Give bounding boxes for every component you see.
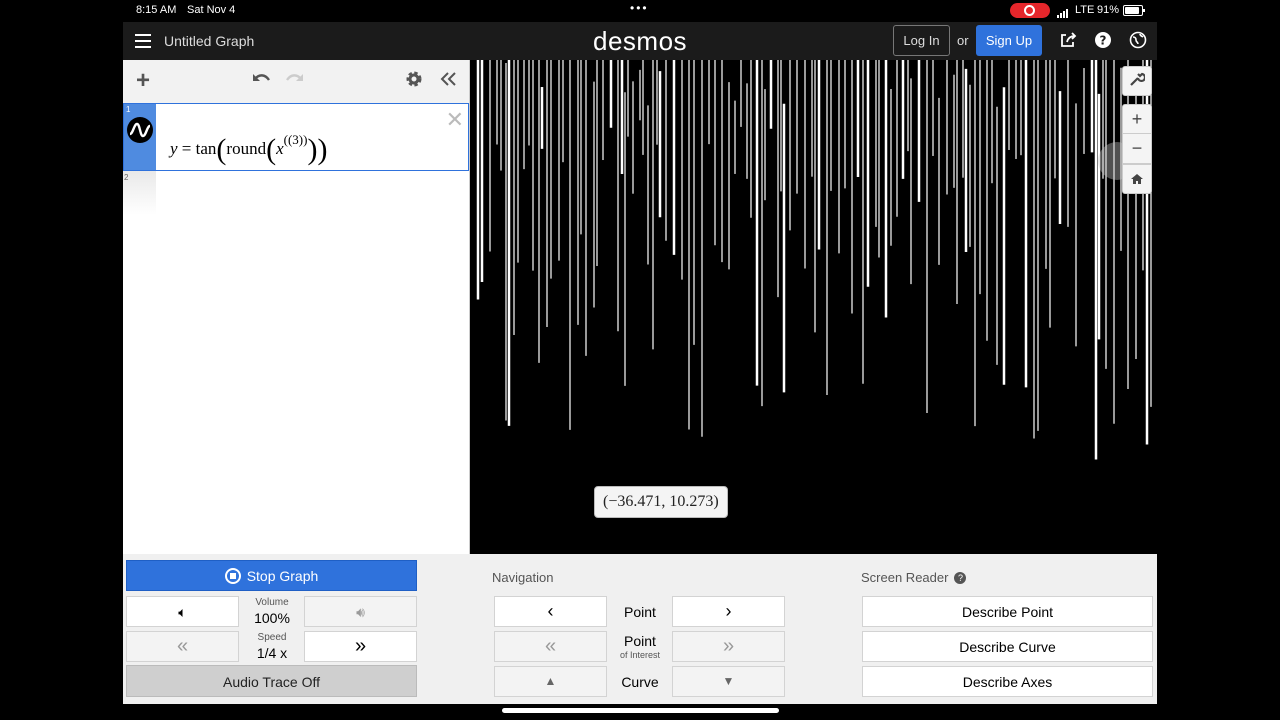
help-icon[interactable]: ? (954, 572, 967, 584)
zoom-out-icon[interactable]: − (1122, 134, 1152, 164)
volume-up-button[interactable]: 🔊︎ (304, 596, 417, 627)
expression-index: 1 (126, 105, 131, 114)
log-in-button[interactable]: Log In (893, 25, 950, 56)
expression-formula[interactable]: y = tan(round(x((3)))) (170, 128, 327, 166)
menu-icon[interactable] (135, 34, 151, 48)
redo-icon[interactable] (283, 70, 307, 92)
share-icon[interactable] (1058, 31, 1078, 51)
sign-up-button[interactable]: Sign Up (976, 25, 1042, 56)
expression-toolbar: + (123, 60, 469, 104)
chevron-right-icon: › (725, 601, 732, 621)
speed-value: 1/4 x (256, 645, 288, 661)
describe-axes-button[interactable]: Describe Axes (862, 666, 1153, 697)
graph-canvas[interactable]: + − (−36.471, 10.273) (470, 60, 1157, 554)
double-chevron-right-icon: » (722, 635, 735, 657)
chevron-left-icon: ‹ (547, 601, 554, 621)
stop-graph-button[interactable]: Stop Graph (126, 560, 417, 591)
screen-record-icon[interactable] (1010, 3, 1050, 18)
graph-plot[interactable] (470, 60, 1157, 554)
expression-index: 2 (124, 173, 129, 182)
next-point-button[interactable]: › (672, 596, 785, 627)
globe-icon[interactable] (1128, 31, 1148, 51)
nav-point-label: Point (624, 604, 656, 620)
home-indicator[interactable] (502, 708, 779, 713)
expression-tab[interactable]: 1 (124, 104, 156, 170)
collapse-panel-icon[interactable] (436, 70, 460, 93)
battery-icon (1123, 5, 1145, 16)
describe-point-button[interactable]: Describe Point (862, 596, 1153, 627)
graph-title[interactable]: Untitled Graph (164, 33, 254, 49)
desmos-logo: desmos (593, 26, 688, 56)
svg-text:?: ? (1100, 34, 1107, 48)
help-icon[interactable]: ? (1093, 31, 1113, 51)
home-icon[interactable] (1122, 164, 1152, 194)
speed-label: Speed (257, 632, 287, 643)
graph-toggle-icon[interactable] (127, 117, 153, 143)
expression-row[interactable]: 1 y = tan(round(x((3)))) ✕ (123, 103, 469, 171)
volume-down-icon: 🔈︎ (178, 604, 187, 620)
expression-panel: + 1 y = tan(round(x((3)))) ✕ 2 (123, 60, 470, 554)
audio-trace-toggle-button[interactable]: Audio Trace Off (126, 665, 417, 697)
or-text: or (957, 33, 969, 48)
audio-trace-panel: Stop Graph 🔈︎ Volume 100% 🔊︎ « Speed 1/4… (123, 554, 1157, 704)
speed-up-button[interactable]: » (304, 631, 417, 662)
network-label: LTE (1075, 4, 1095, 16)
describe-curve-button[interactable]: Describe Curve (862, 631, 1153, 662)
point-coordinate-label: (−36.471, 10.273) (594, 486, 728, 518)
stop-graph-label: Stop Graph (246, 568, 319, 584)
double-chevron-right-icon: » (354, 635, 367, 657)
volume-up-icon: 🔊︎ (356, 604, 365, 620)
volume-value: 100% (254, 610, 290, 626)
status-bar: 8:15 AM Sat Nov 4 ••• LTE 91% (0, 0, 1280, 22)
previous-curve-button[interactable]: ▲ (494, 666, 607, 697)
status-date: Sat Nov 4 (187, 4, 236, 16)
status-time: 8:15 AM (136, 4, 177, 16)
screen-reader-title-text: Screen Reader (861, 570, 949, 585)
delete-expression-icon[interactable]: ✕ (446, 107, 464, 133)
triangle-down-icon: ▼ (722, 674, 735, 688)
stop-icon (224, 568, 241, 584)
previous-poi-button[interactable]: « (494, 631, 607, 662)
top-bar: Untitled Graph desmos Log In or Sign Up … (123, 22, 1157, 60)
navigation-title: Navigation (492, 570, 554, 585)
battery-percent: 91% (1097, 4, 1120, 16)
signal-icon (1057, 6, 1069, 18)
volume-down-button[interactable]: 🔈︎ (126, 596, 239, 627)
wrench-icon[interactable] (1122, 66, 1152, 96)
nav-curve-label: Curve (621, 674, 659, 690)
gear-icon[interactable] (402, 70, 426, 93)
undo-icon[interactable] (249, 70, 273, 92)
speed-down-button[interactable]: « (126, 631, 239, 662)
volume-label: Volume (255, 597, 289, 608)
previous-point-button[interactable]: ‹ (494, 596, 607, 627)
next-poi-button[interactable]: » (672, 631, 785, 662)
screen-reader-title: Screen Reader? (861, 570, 967, 585)
next-curve-button[interactable]: ▼ (672, 666, 785, 697)
add-icon[interactable]: + (131, 69, 155, 93)
desmos-app: Untitled Graph desmos Log In or Sign Up … (123, 22, 1157, 704)
double-chevron-left-icon: « (176, 635, 189, 657)
nav-poi-sublabel: of Interest (619, 650, 661, 660)
triangle-up-icon: ▲ (544, 674, 557, 688)
nav-poi-label: Point (624, 633, 656, 649)
double-chevron-left-icon: « (544, 635, 557, 657)
multitask-dots-icon[interactable]: ••• (630, 1, 649, 15)
zoom-in-icon[interactable]: + (1122, 104, 1152, 134)
expression-row-empty[interactable]: 2 (123, 171, 156, 215)
